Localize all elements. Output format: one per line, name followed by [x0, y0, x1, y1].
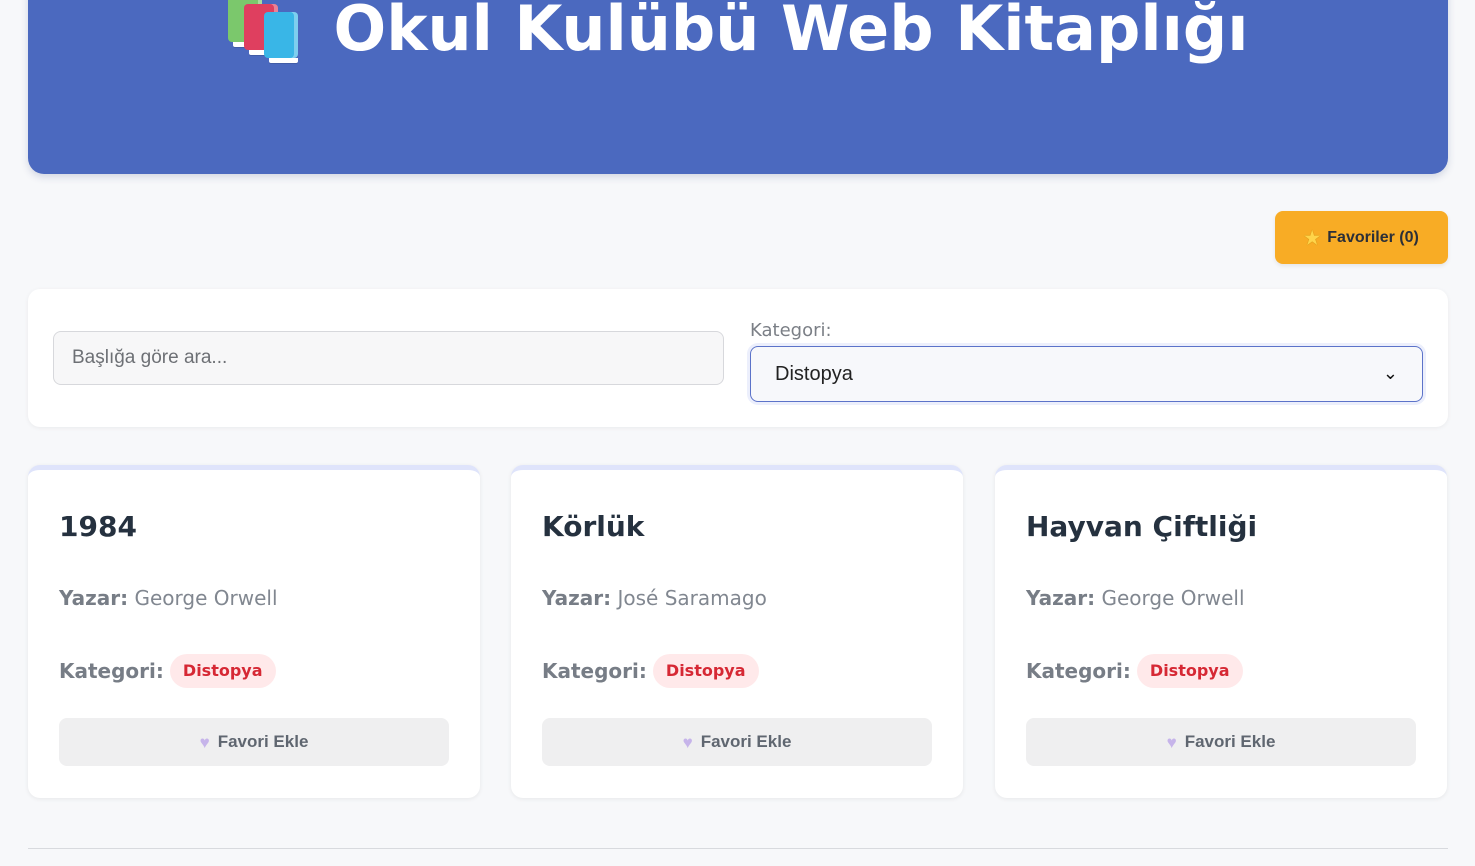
category-badge: Distopya — [169, 654, 276, 688]
book-author-row: Yazar: George Orwell — [59, 586, 278, 610]
add-favorite-label: Favori Ekle — [1184, 732, 1276, 751]
favorites-button[interactable]: ★ Favoriler (0) — [1275, 211, 1448, 264]
category-filter-label: Kategori: — [750, 320, 832, 341]
category-label: Kategori: — [59, 659, 164, 683]
author-label: Yazar: — [542, 586, 612, 610]
filter-panel: Kategori: Distopya ⌄ — [28, 289, 1448, 427]
book-author: George Orwell — [134, 586, 278, 610]
book-author: George Orwell — [1101, 586, 1245, 610]
book-title: Körlük — [542, 510, 645, 543]
author-label: Yazar: — [1026, 586, 1096, 610]
add-favorite-label: Favori Ekle — [700, 732, 792, 751]
book-category-row: Kategori: Distopya — [542, 654, 759, 688]
book-card: Hayvan Çiftliği Yazar: George Orwell Kat… — [995, 465, 1447, 798]
author-label: Yazar: — [59, 586, 129, 610]
category-selected-value: Distopya — [775, 362, 853, 385]
book-category-row: Kategori: Distopya — [59, 654, 276, 688]
category-label: Kategori: — [542, 659, 647, 683]
footer-divider — [28, 848, 1448, 849]
category-label: Kategori: — [1026, 659, 1131, 683]
book-card: Körlük Yazar: José Saramago Kategori: Di… — [511, 465, 963, 798]
book-author: José Saramago — [617, 586, 767, 610]
book-author-row: Yazar: George Orwell — [1026, 586, 1245, 610]
category-select[interactable]: Distopya ⌄ — [750, 346, 1423, 402]
chevron-down-icon: ⌄ — [1382, 362, 1398, 383]
heart-icon: ♥ — [199, 732, 210, 752]
add-favorite-button[interactable]: ♥ Favori Ekle — [1026, 718, 1416, 766]
favorites-label: Favoriler (0) — [1327, 228, 1419, 246]
add-favorite-label: Favori Ekle — [217, 732, 309, 751]
books-icon — [227, 0, 304, 63]
book-title: Hayvan Çiftliği — [1026, 510, 1258, 543]
book-card: 1984 Yazar: George Orwell Kategori: Dist… — [28, 465, 480, 798]
page-header: Okul Kulübü Web Kitaplığı — [28, 0, 1448, 174]
heart-icon: ♥ — [682, 732, 693, 752]
page-title: Okul Kulübü Web Kitaplığı — [333, 0, 1249, 65]
header-title-row: Okul Kulübü Web Kitaplığı — [28, 0, 1448, 65]
book-author-row: Yazar: José Saramago — [542, 586, 767, 610]
search-input[interactable] — [53, 331, 724, 385]
add-favorite-button[interactable]: ♥ Favori Ekle — [59, 718, 449, 766]
blue-book-icon — [263, 12, 298, 63]
category-badge: Distopya — [1136, 654, 1243, 688]
star-icon: ★ — [1304, 227, 1321, 248]
book-title: 1984 — [59, 510, 137, 543]
add-favorite-button[interactable]: ♥ Favori Ekle — [542, 718, 932, 766]
category-badge: Distopya — [652, 654, 759, 688]
heart-icon: ♥ — [1166, 732, 1177, 752]
book-category-row: Kategori: Distopya — [1026, 654, 1243, 688]
